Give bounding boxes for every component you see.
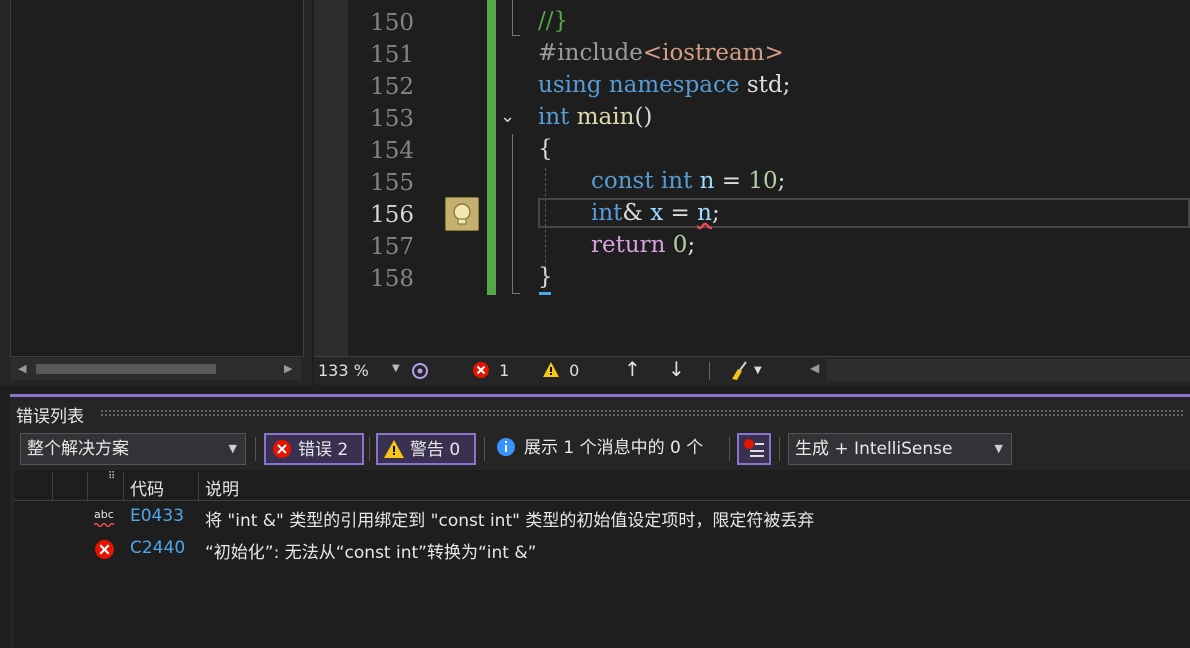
code-line-158[interactable]: } (538, 264, 553, 290)
code-line-154[interactable]: { (538, 136, 553, 162)
line-number: 151 (370, 42, 414, 68)
code-line-157[interactable]: return 0; (591, 232, 695, 258)
code-line-155[interactable]: const int n = 10; (591, 168, 785, 194)
lightbulb-icon (453, 203, 471, 225)
error-code-link[interactable]: E0433 (130, 506, 184, 526)
broom-icon (732, 361, 747, 380)
collapse-chevron-icon[interactable]: ⌄ (500, 106, 515, 127)
error-squiggle: n (697, 200, 712, 226)
scroll-left-icon[interactable]: ◀ (810, 361, 819, 375)
separator (779, 437, 780, 461)
scroll-right-icon[interactable]: ▶ (284, 358, 292, 380)
panel-drag-grip[interactable] (100, 409, 1185, 417)
line-number: 153 (370, 106, 414, 132)
code-cleanup-button[interactable]: ▼ (728, 361, 762, 385)
line-number: 150 (370, 10, 414, 36)
zoom-dropdown[interactable]: 133 % ▼ (318, 359, 404, 381)
editor-horizontal-scrollbar[interactable] (826, 359, 1190, 381)
code-line-153[interactable]: int main() (538, 104, 652, 130)
warning-count[interactable]: 0 (542, 361, 579, 380)
table-row[interactable]: C2440 “初始化”: 无法从“const int”转换为“int &” (94, 538, 1184, 564)
copilot-icon[interactable] (410, 361, 430, 385)
warning-icon (543, 362, 559, 377)
panel-title[interactable]: 错误列表 (16, 402, 84, 427)
column-divider (87, 472, 88, 500)
line-number: 154 (370, 138, 414, 164)
error-description: “初始化”: 无法从“const int”转换为“int &” (205, 543, 537, 563)
chevron-down-icon: ▼ (754, 365, 762, 376)
header-divider (14, 500, 1190, 501)
outline-line (512, 134, 513, 294)
messages-filter-toggle[interactable]: 展示 1 个消息中的 0 个 (496, 433, 726, 465)
code-line-151[interactable]: #include<iostream> (538, 40, 784, 66)
code-line-156[interactable]: int& x = n; (591, 200, 720, 226)
error-description: 将 "int &" 类型的引用绑定到 "const int" 类型的初始值设定项… (205, 511, 815, 531)
warning-icon (384, 440, 404, 458)
outline-line (512, 293, 520, 294)
abc-squiggle-icon: abc (94, 508, 115, 527)
scope-dropdown[interactable]: 整个解决方案 ▼ (20, 433, 246, 465)
next-issue-arrow-icon[interactable]: ↓ (668, 357, 685, 381)
line-number: 157 (370, 234, 414, 260)
separator (369, 437, 370, 461)
code-line-150[interactable]: //} (538, 8, 568, 34)
column-divider (198, 472, 199, 500)
column-chooser-icon[interactable]: ⠿ (108, 471, 115, 482)
editor-margin (314, 0, 348, 356)
error-circle-icon (473, 362, 489, 378)
solution-explorer-tree[interactable] (10, 0, 304, 357)
quick-actions-lightbulb-button[interactable] (445, 197, 479, 231)
outline-line (512, 0, 513, 36)
text-cursor (539, 292, 551, 295)
info-icon (497, 438, 515, 456)
column-header-code[interactable]: 代码 (130, 475, 164, 500)
editor-status-bar: 133 % ▼ 1 0 ↑ ↓ ▼ ◀ (314, 356, 1190, 385)
chevron-down-icon: ▼ (994, 442, 1003, 455)
error-circle-icon (273, 440, 291, 458)
errors-filter-toggle[interactable]: 错误 2 (264, 433, 364, 465)
separator (484, 437, 485, 461)
error-circle-icon (95, 540, 114, 559)
error-filter-icon (744, 439, 764, 457)
scroll-left-icon[interactable]: ◀ (18, 358, 26, 380)
filter-build-intellisense-button[interactable] (737, 433, 771, 465)
separator (729, 437, 730, 461)
column-header-description[interactable]: 说明 (205, 475, 239, 500)
line-number: 152 (370, 74, 414, 100)
scrollbar-thumb[interactable] (36, 364, 216, 374)
chevron-down-icon: ▼ (228, 442, 237, 455)
column-divider (123, 472, 124, 500)
chevron-down-icon: ▼ (392, 363, 400, 374)
code-line-152[interactable]: using namespace std; (538, 72, 790, 98)
warnings-filter-toggle[interactable]: 警告 0 (376, 433, 476, 465)
source-dropdown[interactable]: 生成 + IntelliSense ▼ (788, 433, 1012, 465)
error-count[interactable]: 1 (472, 361, 509, 380)
separator (709, 362, 710, 380)
line-number: 158 (370, 266, 414, 292)
line-number: 155 (370, 170, 414, 196)
previous-issue-arrow-icon[interactable]: ↑ (624, 357, 641, 381)
line-number-current: 156 (370, 202, 414, 228)
table-row[interactable]: abc E0433 将 "int &" 类型的引用绑定到 "const int"… (94, 506, 1184, 532)
change-tracking-bar (487, 0, 496, 295)
error-code-link[interactable]: C2440 (130, 538, 185, 558)
column-divider (52, 472, 53, 500)
outline-line (512, 35, 520, 36)
separator (255, 437, 256, 461)
